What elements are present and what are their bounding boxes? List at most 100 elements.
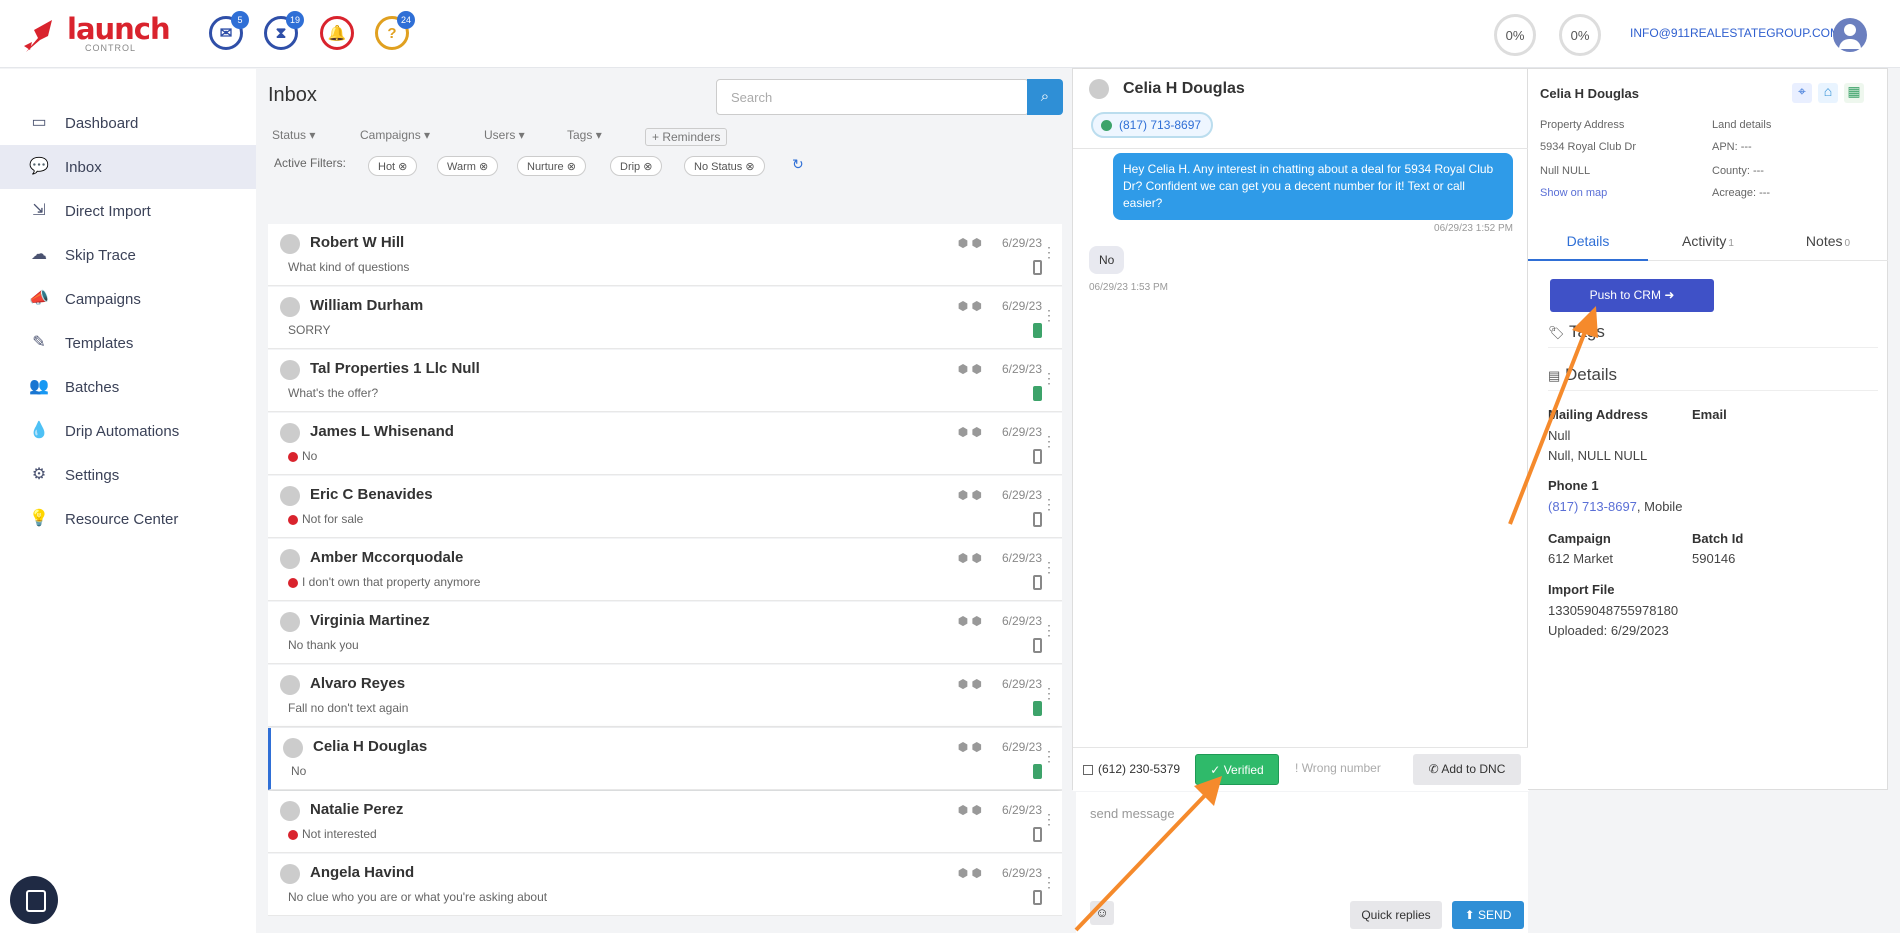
list-item[interactable]: Eric C Benavides Not for sale ⬢ ⬢ 6/29/23 ⋮	[268, 476, 1062, 538]
list-item[interactable]: Virginia Martinez No thank you ⬢ ⬢ 6/29/23 ⋮	[268, 602, 1062, 664]
filter-chip-no-status[interactable]: No Status ⊗	[684, 156, 765, 176]
row-menu-icon[interactable]: ⋮	[1042, 307, 1056, 324]
list-item[interactable]: Natalie Perez Not interested ⬢ ⬢ 6/29/23 ⋮	[268, 791, 1062, 853]
send-icon: ⬆	[1464, 908, 1475, 922]
contact-avatar	[280, 297, 300, 317]
list-item[interactable]: Celia H Douglas No ⬢ ⬢ 6/29/23 ⋮	[268, 728, 1062, 790]
list-item[interactable]: Amber Mccorquodale I don't own that prope…	[268, 539, 1062, 601]
sidebar-item-resource-center[interactable]: 💡 Resource Center	[0, 497, 256, 541]
outgoing-message: Hey Celia H. Any interest in chatting ab…	[1113, 153, 1513, 220]
search-input[interactable]: Search	[716, 79, 1029, 115]
row-menu-icon[interactable]: ⋮	[1042, 370, 1056, 387]
message-date: 6/29/23	[1001, 299, 1042, 313]
tab-activity[interactable]: Activity 1	[1648, 221, 1768, 261]
refresh-icon[interactable]: ↻	[792, 156, 804, 173]
row-menu-icon[interactable]: ⋮	[1042, 622, 1056, 639]
sidebar-item-inbox[interactable]: 💬 Inbox	[0, 145, 256, 189]
row-menu-icon[interactable]: ⋮	[1042, 433, 1056, 450]
message-date: 6/29/23	[1001, 866, 1042, 880]
row-menu-icon[interactable]: ⋮	[1042, 496, 1056, 513]
hourglass-notification-button[interactable]: ⧗ 19	[264, 11, 304, 50]
contact-name: Virginia Martinez	[310, 612, 430, 629]
sidebar-item-direct-import[interactable]: ⇲ Direct Import	[0, 189, 256, 233]
acreage-value: Acreage: ---	[1712, 187, 1771, 199]
filter-campaigns[interactable]: Campaigns ▾	[360, 128, 430, 142]
phone-status-icon	[1033, 638, 1042, 653]
support-chat-button[interactable]	[10, 876, 58, 924]
emoji-button[interactable]: ☺	[1090, 901, 1114, 925]
chat-footer: (612) 230-5379 ✓ Verified ! Wrong number…	[1073, 747, 1529, 791]
contact-avatar	[1089, 79, 1109, 99]
tab-details[interactable]: Details	[1528, 221, 1648, 261]
row-menu-icon[interactable]: ⋮	[1042, 874, 1056, 891]
progress-indicator-2: 0%	[1559, 14, 1601, 56]
list-item[interactable]: Robert W Hill What kind of questions ⬢ ⬢ 6/…	[268, 224, 1062, 286]
verified-button[interactable]: ✓ Verified	[1195, 754, 1279, 785]
message-preview: I don't own that property anymore	[288, 575, 480, 589]
gear-icon: ⚙	[31, 466, 47, 483]
sidebar-item-skip-trace[interactable]: ☁ Skip Trace	[0, 233, 256, 277]
add-to-dnc-button[interactable]: ✆ Add to DNC	[1413, 754, 1521, 785]
sidebar-item-drip-automations[interactable]: 💧 Drip Automations	[0, 409, 256, 453]
search-button[interactable]: ⌕	[1027, 79, 1063, 115]
sidebar-item-dashboard[interactable]: ▭ Dashboard	[0, 101, 256, 145]
quick-replies-button[interactable]: Quick replies	[1350, 901, 1442, 929]
sidebar-item-label: Dashboard	[65, 114, 139, 132]
row-menu-icon[interactable]: ⋮	[1042, 685, 1056, 702]
list-item[interactable]: Angela Havind No clue who you are or what…	[268, 854, 1062, 916]
row-menu-icon[interactable]: ⋮	[1042, 748, 1056, 765]
phone-link[interactable]: (817) 713-8697	[1548, 499, 1637, 514]
row-menu-icon[interactable]: ⋮	[1042, 811, 1056, 828]
mail-notification-button[interactable]: ✉ 5	[209, 11, 249, 50]
contact-name: Robert W Hill	[310, 234, 405, 251]
message-input[interactable]: send message	[1090, 806, 1175, 821]
help-notification-button[interactable]: ? 24	[375, 11, 415, 50]
row-menu-icon[interactable]: ⋮	[1042, 244, 1056, 261]
campaign-label: Campaign	[1548, 531, 1611, 546]
row-tag-icons: ⬢ ⬢	[957, 803, 982, 817]
list-item[interactable]: James L Whisenand No ⬢ ⬢ 6/29/23 ⋮	[268, 413, 1062, 475]
sidebar-item-templates[interactable]: ✎ Templates	[0, 321, 256, 365]
contact-phone-pill[interactable]: (817) 713-8697	[1091, 112, 1214, 138]
filter-chip-nurture[interactable]: Nurture ⊗	[517, 156, 586, 176]
contact-avatar	[280, 234, 300, 254]
user-avatar[interactable]	[1833, 18, 1867, 52]
map-pin-icon[interactable]: ⌖	[1792, 83, 1812, 103]
chat-header: Celia H Douglas (817) 713-8697	[1073, 69, 1529, 149]
bell-notification-button[interactable]: 🔔	[320, 16, 354, 50]
filter-status[interactable]: Status ▾	[272, 128, 315, 142]
sidebar-item-label: Skip Trace	[65, 246, 136, 264]
list-item[interactable]: Alvaro Reyes Fall no don't text again ⬢ ⬢ 6…	[268, 665, 1062, 727]
show-on-map-link[interactable]: Show on map	[1540, 187, 1607, 199]
user-email[interactable]: INFO@911REALESTATEGROUP.COM	[1630, 26, 1840, 40]
sending-number: (612) 230-5379	[1083, 762, 1180, 776]
filter-users[interactable]: Users ▾	[484, 128, 525, 142]
filter-chip-warm[interactable]: Warm ⊗	[437, 156, 499, 176]
reminders-button[interactable]: + Reminders	[645, 128, 728, 146]
row-menu-icon[interactable]: ⋮	[1042, 559, 1056, 576]
filter-tags[interactable]: Tags ▾	[567, 128, 602, 142]
tab-notes[interactable]: Notes 0	[1768, 221, 1888, 261]
monitor-icon: ▭	[31, 114, 47, 131]
phone-status-icon	[1033, 323, 1042, 338]
phone-1-value: (817) 713-8697, Mobile	[1548, 499, 1683, 514]
contact-avatar	[280, 612, 300, 632]
sidebar-item-batches[interactable]: 👥 Batches	[0, 365, 256, 409]
wrong-number-button[interactable]: ! Wrong number	[1295, 761, 1381, 775]
google-maps-icon[interactable]: ▦	[1844, 83, 1864, 103]
filter-chip-hot[interactable]: Hot ⊗	[368, 156, 418, 176]
sidebar-item-settings[interactable]: ⚙ Settings	[0, 453, 256, 497]
list-item[interactable]: William Durham SORRY ⬢ ⬢ 6/29/23 ⋮	[268, 287, 1062, 349]
help-badge: 24	[397, 11, 415, 29]
launch-control-logo[interactable]: launch CONTROL	[22, 12, 177, 56]
send-button[interactable]: ⬆ SEND	[1452, 901, 1524, 929]
phone-status-icon	[1033, 764, 1042, 779]
push-to-crm-button[interactable]: Push to CRM ➜	[1550, 279, 1714, 312]
zillow-icon[interactable]: ⌂	[1818, 83, 1838, 103]
filter-chip-drip[interactable]: Drip ⊗	[610, 156, 663, 176]
sidebar-item-label: Direct Import	[65, 202, 151, 220]
contact-name: Natalie Perez	[310, 801, 404, 818]
list-item[interactable]: Tal Properties 1 Llc Null What's the offe…	[268, 350, 1062, 412]
sidebar-item-campaigns[interactable]: 📣 Campaigns	[0, 277, 256, 321]
property-address-label: Property Address	[1540, 119, 1625, 131]
